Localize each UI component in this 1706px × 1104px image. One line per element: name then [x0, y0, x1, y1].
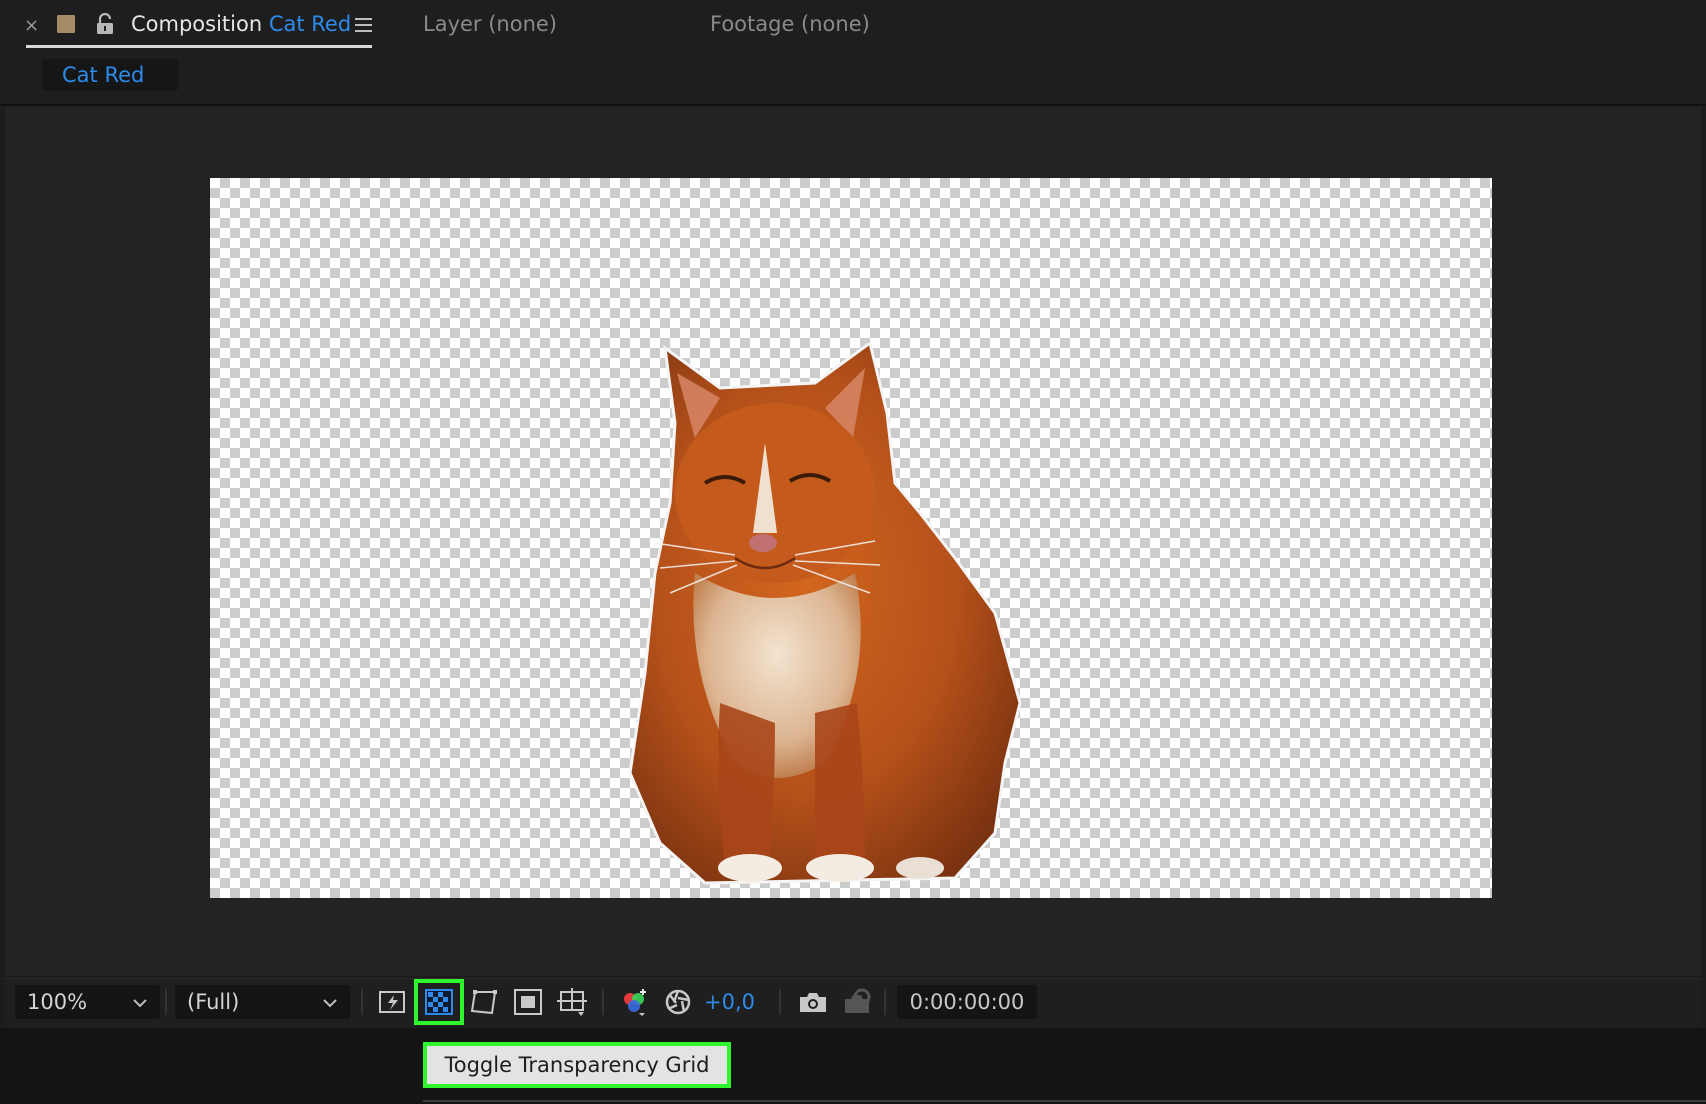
magnification-dropdown[interactable]: 100% [15, 985, 160, 1019]
chevron-down-icon [323, 999, 337, 1008]
snapshot-icon[interactable] [797, 987, 829, 1017]
tab-composition-prefix: Composition [131, 12, 263, 36]
chevron-down-icon [133, 999, 147, 1008]
tab-composition-name: Cat Red [268, 12, 352, 36]
panel-tab-bar: × Composition Cat Red Layer (none) Foota… [0, 0, 1706, 52]
tab-footage[interactable]: Footage (none) [710, 12, 870, 36]
grid-guides-icon[interactable] [556, 987, 588, 1017]
mask-visibility-icon[interactable] [468, 987, 500, 1017]
tooltip: Toggle Transparency Grid [423, 1042, 731, 1088]
channel-icon[interactable] [619, 987, 651, 1017]
breadcrumb-composition[interactable]: Cat Red [42, 59, 178, 91]
close-tab-icon[interactable]: × [24, 15, 39, 36]
composition-viewer[interactable] [5, 106, 1701, 976]
toolbar-divider [361, 989, 363, 1015]
cat-layer-image[interactable] [625, 343, 1065, 888]
panel-menu-icon[interactable] [355, 18, 372, 32]
lock-icon[interactable] [96, 13, 114, 35]
active-tab-underline [26, 45, 372, 48]
tab-layer[interactable]: Layer (none) [423, 12, 557, 36]
tab-composition[interactable]: Composition Cat Red [131, 12, 351, 36]
reset-exposure-icon[interactable] [662, 987, 694, 1017]
resolution-value: (Full) [187, 990, 240, 1014]
viewer-toolbar: 100% (Full) +0,0 0:00:00:00 [5, 978, 1701, 1027]
transparency-grid-icon[interactable] [423, 987, 455, 1017]
show-snapshot-icon[interactable] [842, 987, 874, 1017]
composition-canvas-transparency-grid[interactable] [210, 178, 1492, 898]
composition-navigator: Cat Red [0, 52, 1706, 106]
toolbar-divider [779, 989, 781, 1015]
label-color-swatch[interactable] [57, 15, 75, 33]
timecode-display[interactable]: 0:00:00:00 [897, 985, 1037, 1019]
magnification-value: 100% [27, 990, 88, 1014]
toolbar-divider [602, 989, 604, 1015]
tooltip-area: Toggle Transparency Grid [0, 1028, 1706, 1104]
fast-previews-icon[interactable] [377, 987, 409, 1017]
toolbar-divider [165, 989, 167, 1015]
timeline-edge [423, 1100, 1706, 1102]
resolution-dropdown[interactable]: (Full) [175, 985, 350, 1019]
exposure-value[interactable]: +0,0 [704, 987, 755, 1017]
region-of-interest-icon[interactable] [512, 987, 544, 1017]
toolbar-divider [884, 989, 886, 1015]
